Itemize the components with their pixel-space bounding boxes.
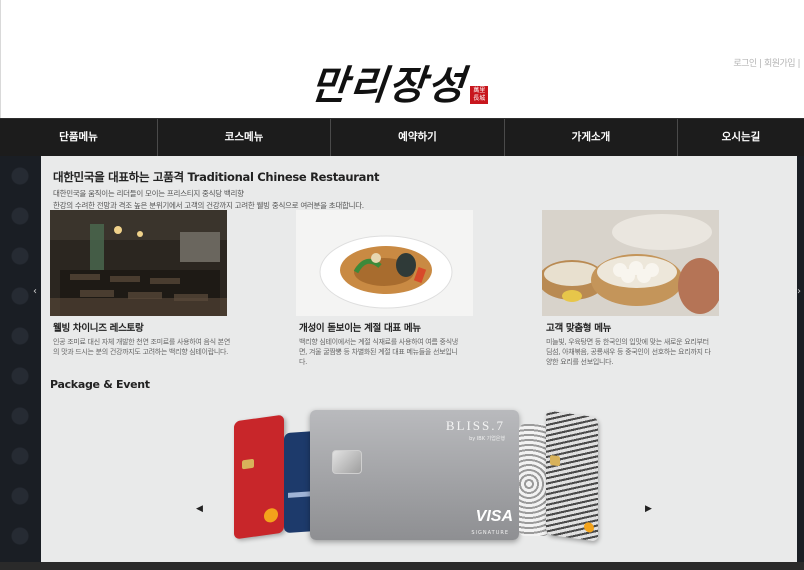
stage-next-arrow-icon[interactable]: › [797,286,801,297]
site-logo[interactable]: 만리장성 萬里 長城 [308,60,489,110]
signup-link[interactable]: 회원가입 [764,59,796,69]
feature-1-desc: 인공 조미료 대신 자체 개발한 천연 조미료를 사용하여 음식 본연의 맛과 … [53,338,230,356]
bottom-strip [0,562,804,570]
restaurant-interior-photo [50,210,227,316]
nav-item-course-menu[interactable]: 코스메뉴 [158,119,331,157]
intro-line-1: 대한민국을 움직이는 리더들이 모이는 프리스티지 중식당 백리향 [53,189,244,198]
feature-2-title: 개성이 돋보이는 계절 대표 메뉴 [299,323,421,334]
feature-2-desc: 백리향 심테이에서는 계절 식재료를 사용하여 여름 중식냉면, 겨울 굴짬뽕 … [299,338,458,366]
util-separator: | [797,59,800,69]
stage-prev-arrow-icon[interactable]: ‹ [33,286,37,297]
feature-1-title: 웰빙 차이니즈 레스토랑 [53,323,144,334]
card-bliss7-sub: by IBK 기업은행 [469,436,505,442]
nav-item-single-menu[interactable]: 단품메뉴 [0,119,158,157]
feature-3-desc: 미늘빛, 우육탕면 등 한국인의 입맛에 맞는 새로운 요리부터 딤섬, 아채볶… [546,338,711,366]
util-links: 로그인 | 회원가입 | [733,56,800,69]
nav-item-about[interactable]: 가게소개 [505,119,678,157]
nav-item-directions[interactable]: 오시는길 [678,119,804,157]
carousel-next-icon[interactable]: ▶ [645,504,652,514]
logo-text: 만리장성 [308,62,469,109]
card-dark[interactable] [546,410,598,542]
card-bliss7-label: BLISS.7 [445,418,505,433]
logo-seal: 萬里 長城 [470,86,489,104]
dim-sum-photo [542,210,719,316]
card-visa-logo: VISA [475,508,513,525]
package-event-title: Package & Event [50,378,150,391]
nav-item-reservation[interactable]: 예약하기 [331,119,505,157]
main-nav: 단품메뉴 코스메뉴 예약하기 가게소개 오시는길 [0,118,804,157]
feature-3-title: 고객 맞춤형 메뉴 [546,323,612,334]
card-red[interactable] [234,414,284,540]
card-visa-sub: SIGNATURE [471,530,509,536]
card-pattern[interactable] [519,424,549,536]
card-chip-icon [332,450,362,474]
seasonal-noodle-photo [296,210,473,316]
carousel-prev-icon[interactable]: ◀ [196,504,203,514]
login-link[interactable]: 로그인 [733,59,757,69]
intro-title: 대한민국을 대표하는 고품격 Traditional Chinese Resta… [53,170,380,184]
site-header: 로그인 | 회원가입 | 만리장성 萬里 長城 [0,0,804,118]
card-bliss7[interactable]: BLISS.7 by IBK 기업은행 VISA SIGNATURE [310,410,519,540]
